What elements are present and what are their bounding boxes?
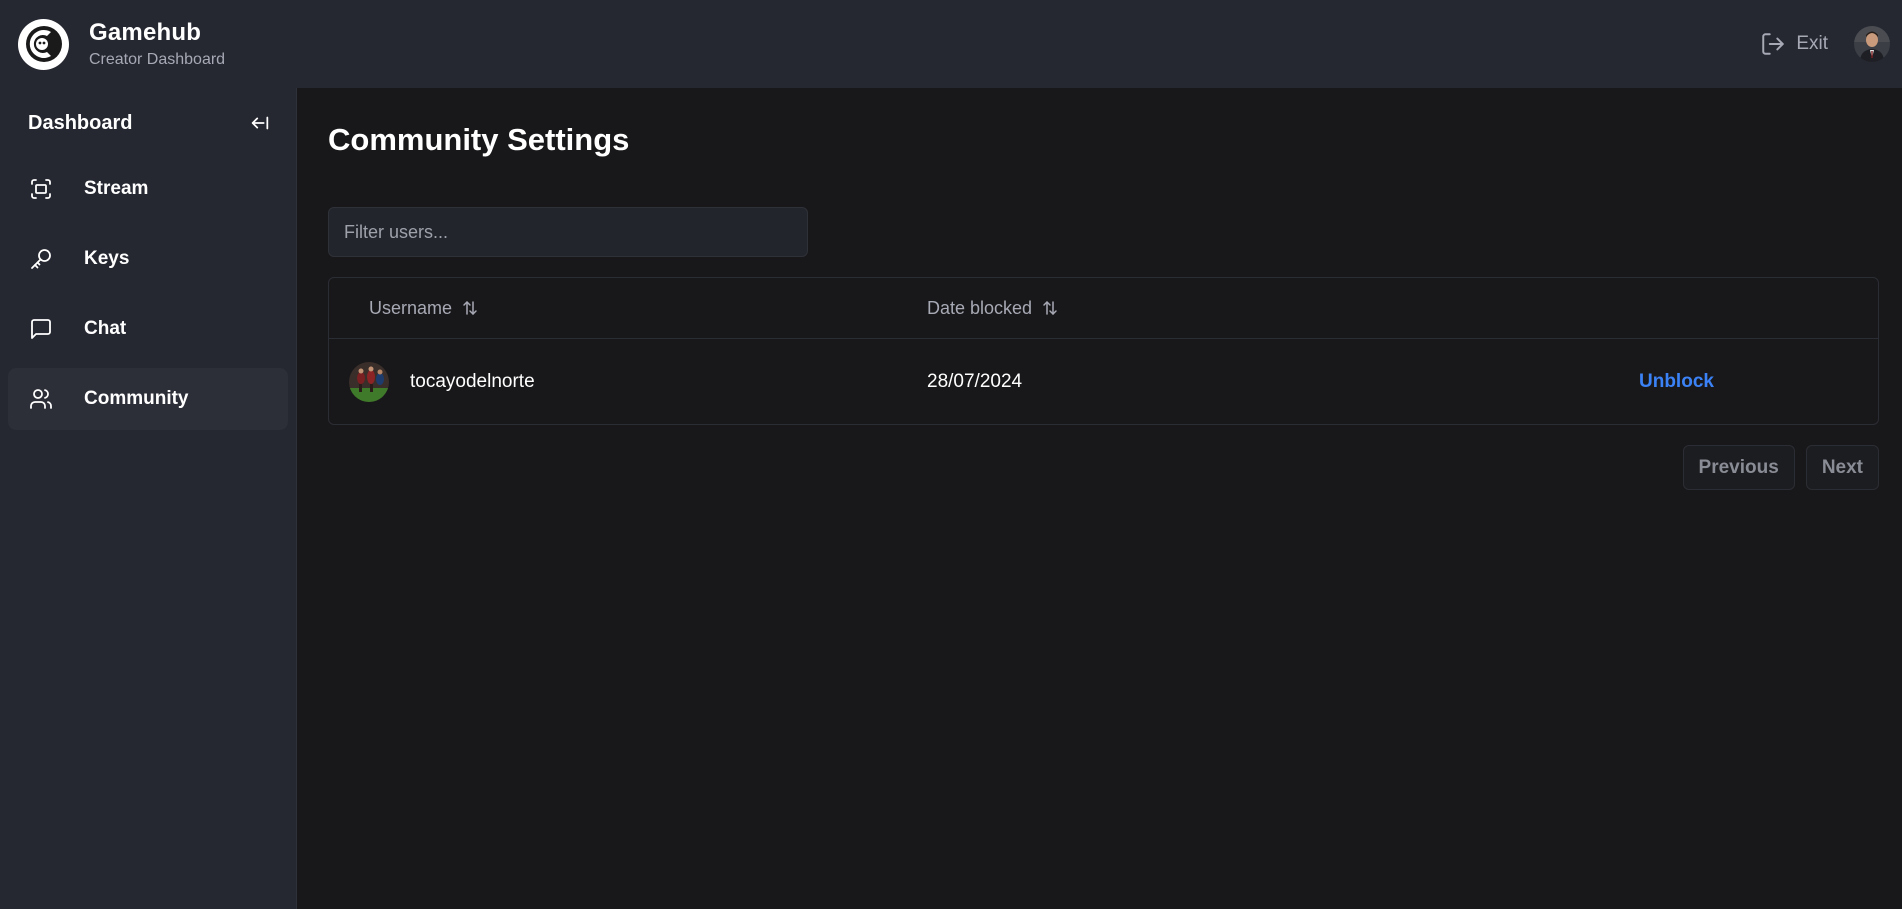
sort-arrows-icon <box>1043 301 1057 315</box>
exit-label: Exit <box>1796 33 1828 54</box>
sidebar-item-community[interactable]: Community <box>8 368 288 430</box>
table-row: tocayodelnorte 28/07/2024 Unblock <box>329 339 1878 424</box>
brand-subtitle: Creator Dashboard <box>89 51 226 68</box>
sidebar: Dashboard Stream Keys Chat Community <box>0 88 297 909</box>
unblock-button[interactable]: Unblock <box>1639 371 1714 393</box>
table-header: Username Date blocked <box>329 278 1878 339</box>
key-icon <box>28 246 54 272</box>
sidebar-item-chat[interactable]: Chat <box>8 298 288 360</box>
header-actions: Exit <box>1760 0 1890 88</box>
user-avatar-image <box>349 361 389 402</box>
sort-date-blocked-header[interactable]: Date blocked <box>927 298 1059 319</box>
fullscreen-icon <box>28 176 54 202</box>
log-out-icon <box>1762 33 1785 55</box>
sidebar-item-label: Stream <box>84 178 149 199</box>
brand-title: Gamehub <box>89 19 202 46</box>
username: tocayodelnorte <box>410 370 535 392</box>
sort-arrows-icon <box>463 301 477 315</box>
sidebar-header: Dashboard <box>0 88 296 158</box>
users-icon <box>28 386 54 412</box>
brand: Gamehub Creator Dashboard <box>89 19 225 69</box>
user-avatar-image <box>1854 26 1890 62</box>
previous-page-button[interactable]: Previous <box>1682 445 1795 490</box>
username-cell: tocayodelnorte <box>349 361 927 402</box>
sidebar-item-keys[interactable]: Keys <box>8 228 288 290</box>
top-header: Gamehub Creator Dashboard Exit <box>0 0 1902 88</box>
gamehub-logo[interactable] <box>18 18 69 70</box>
main-content: Community Settings Username Date blocked <box>298 88 1902 909</box>
next-page-button[interactable]: Next <box>1805 445 1879 490</box>
pagination: Previous Next <box>328 445 1879 490</box>
blocked-users-table: Username Date blocked tocayodelnorte 28/… <box>328 277 1879 425</box>
logo-icon <box>25 26 62 62</box>
sidebar-item-label: Keys <box>84 248 130 269</box>
collapse-sidebar-button[interactable] <box>248 111 272 135</box>
sidebar-item-stream[interactable]: Stream <box>8 158 288 220</box>
avatar <box>349 361 389 402</box>
arrow-left-to-line-icon <box>251 116 269 130</box>
exit-button[interactable]: Exit <box>1760 31 1828 57</box>
sidebar-item-label: Community <box>84 388 189 409</box>
sidebar-item-label: Chat <box>84 318 127 339</box>
page-title: Community Settings <box>328 122 630 157</box>
sort-username-header[interactable]: Username <box>369 298 927 319</box>
column-header-username: Username <box>369 297 453 318</box>
sidebar-title: Dashboard <box>28 111 133 134</box>
user-avatar[interactable] <box>1854 26 1890 62</box>
filter-users-input[interactable] <box>328 207 808 257</box>
chat-bubble-icon <box>28 316 54 342</box>
column-header-date-blocked: Date blocked <box>927 297 1033 318</box>
date-blocked: 28/07/2024 <box>927 370 1023 392</box>
sidebar-nav: Stream Keys Chat Community <box>0 158 296 430</box>
